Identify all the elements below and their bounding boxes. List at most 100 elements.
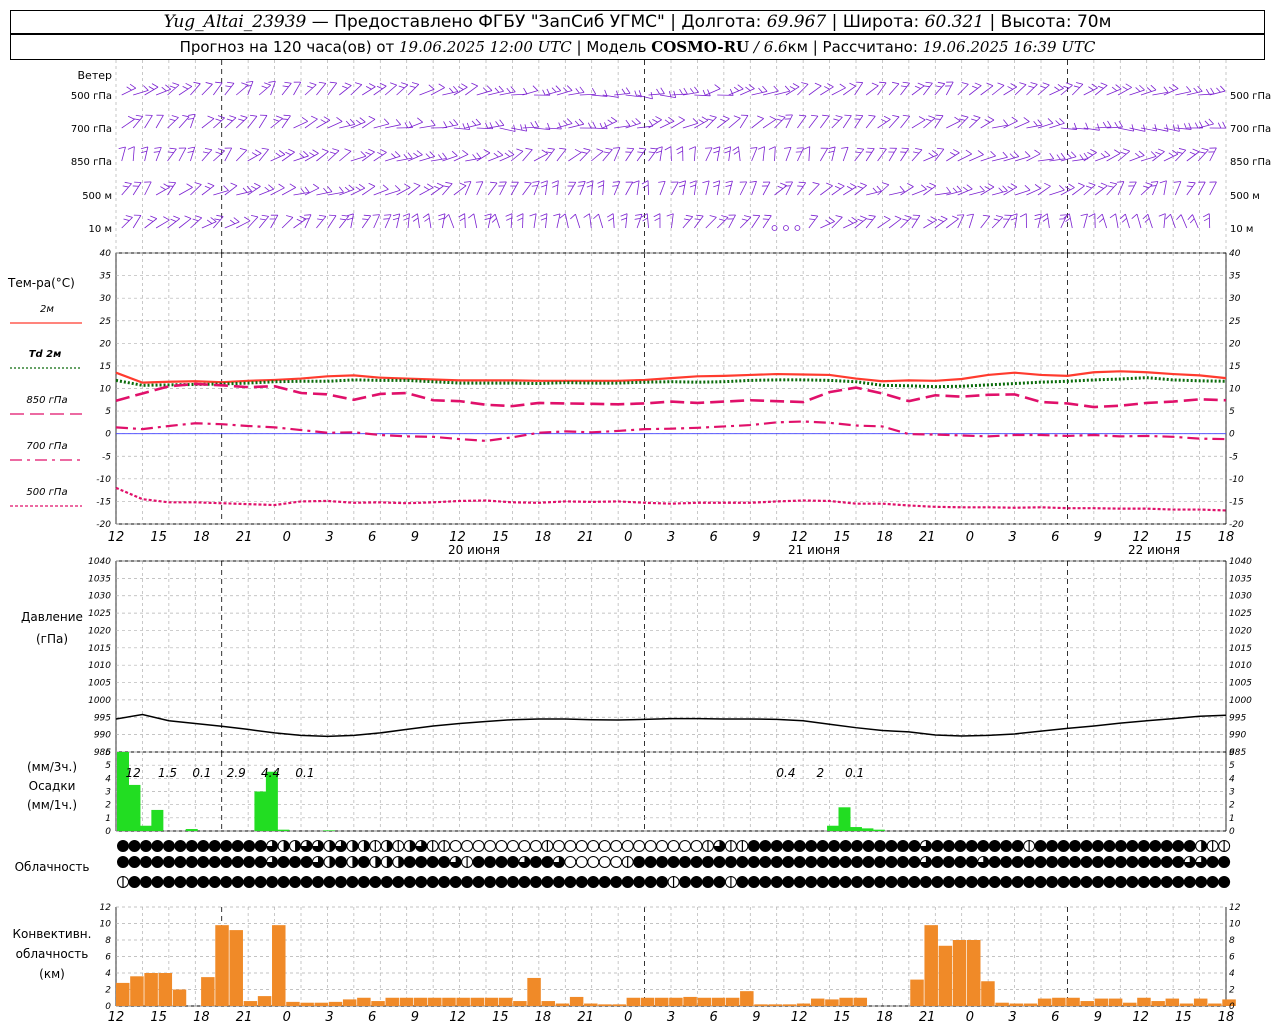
precip-3h-total: 12: [126, 766, 141, 780]
wind-barb: [529, 213, 537, 229]
longitude-value: 69.967: [766, 12, 827, 32]
precip-3h-total: 4.4: [261, 766, 280, 780]
cloud-cover-symbol: [736, 856, 749, 868]
cloud-cover-symbol: [139, 840, 152, 852]
wind-barb: [831, 83, 846, 96]
cloud-cover-symbol: [197, 856, 210, 868]
temp-legend-label: 850 гПа: [26, 395, 67, 406]
cloud-cover-symbol: [1057, 840, 1070, 852]
conv-cloud-bar: [598, 1004, 612, 1006]
cloud-cover-symbol: [839, 876, 852, 888]
wind-barb: [923, 81, 933, 96]
wind-barb: [658, 180, 666, 196]
cloud-cover-symbol: [1195, 840, 1208, 852]
cloud-cover-symbol: [701, 876, 714, 888]
wind-barb: [361, 214, 372, 229]
wind-barbs: [118, 80, 1227, 231]
cloud-cover-symbol: [243, 840, 256, 852]
wind-barb: [304, 82, 317, 96]
wind-barb: [1186, 181, 1196, 196]
hour-label: 6: [1051, 1010, 1059, 1024]
cloud-cover-symbol: [942, 876, 955, 888]
wind-barb: [705, 115, 717, 129]
wind-barb: [1208, 147, 1217, 162]
conv-cloud-bar: [470, 997, 485, 1006]
wind-barb: [468, 213, 478, 229]
cloud-cover-symbol: [851, 856, 864, 868]
wind-barb: [877, 81, 887, 96]
wind-barb: [865, 147, 875, 162]
wind-barb: [739, 215, 752, 229]
wind-barb: [808, 82, 822, 96]
hour-label: 15: [492, 1010, 509, 1024]
conv-cloud-bar: [740, 991, 754, 1006]
cloud-cover-symbol: [644, 856, 657, 868]
hour-label: 9: [752, 1010, 760, 1024]
wind-barb: [923, 182, 937, 196]
conv-cloud-bar: [399, 997, 414, 1006]
cloud-cover-symbol: [1011, 876, 1024, 888]
cloud-cover-symbol: [931, 876, 944, 888]
wind-barb: [865, 82, 879, 96]
precip-bar: [838, 807, 851, 831]
cloud-cover-symbol: [392, 840, 405, 852]
wind-barb: [877, 215, 891, 229]
cloud-cover-symbol: [851, 840, 864, 852]
precip-3h-total: 2: [817, 766, 825, 780]
cloud-cover-symbol: [426, 856, 439, 868]
hour-label: 21: [919, 530, 936, 545]
cloud-cover-symbol: [449, 876, 462, 888]
hour-label: 6: [368, 530, 376, 545]
wind-barb: [258, 82, 272, 96]
cloud-cover-symbol: [1046, 876, 1059, 888]
cloud-cover-symbol: [690, 856, 703, 868]
conv-tick-right: 4: [1229, 969, 1235, 979]
cloud-cover-symbol: [1172, 876, 1185, 888]
wind-barb: [350, 82, 363, 96]
wind-barb: [402, 213, 410, 229]
wind-barb: [316, 214, 327, 229]
pressure-tick-left: 1005: [88, 679, 111, 689]
conv-cloud-bar: [725, 997, 740, 1006]
cloud-cover-symbol: [770, 876, 783, 888]
wind-barb: [1175, 122, 1192, 130]
wind-barb: [121, 181, 132, 196]
wind-barb: [1088, 213, 1096, 229]
convective-cloud-plot: [116, 925, 1236, 1006]
wind-barb: [854, 182, 867, 196]
precip-tick-left: 2: [105, 801, 111, 811]
wind-barb: [281, 183, 296, 196]
conv-cloud-bar: [286, 1001, 300, 1006]
conv-cloud-bar: [243, 1001, 258, 1006]
cloud-cover-symbol: [736, 840, 749, 852]
pressure-tick-left: 1040: [88, 557, 111, 567]
wind-barb: [476, 85, 493, 96]
cloud-cover-symbol: [770, 856, 783, 868]
wind-barb: [362, 83, 376, 96]
wind-barb: [820, 83, 834, 96]
wind-barb: [187, 113, 196, 129]
wind-barb: [1175, 86, 1192, 96]
wind-barb: [235, 115, 248, 129]
wind-barb: [489, 213, 501, 229]
cloud-cover-symbol: [1114, 840, 1127, 852]
cloud-cover-symbol: [828, 876, 841, 888]
conv-cloud-bar: [413, 997, 428, 1006]
wind-barb: [784, 114, 793, 129]
conv-cloud-bar: [910, 979, 924, 1006]
wind-barb: [178, 183, 193, 196]
wind-barb: [1014, 185, 1031, 196]
wind-barb: [768, 146, 776, 162]
wind-barb: [247, 114, 258, 129]
precip-title: Осадки: [29, 779, 76, 793]
wind-barb: [559, 213, 569, 229]
wind-barb: [865, 114, 876, 129]
wind-barb: [808, 214, 819, 229]
conv-title-2: облачность: [16, 947, 89, 961]
cloud-cover-symbol: [621, 876, 634, 888]
wind-barb: [419, 183, 434, 196]
wind-barb: [396, 183, 411, 196]
model-name: COSMO-RU: [651, 38, 750, 56]
cloud-cover-symbol: [541, 856, 554, 868]
cloud-cover-symbol: [1137, 840, 1150, 852]
